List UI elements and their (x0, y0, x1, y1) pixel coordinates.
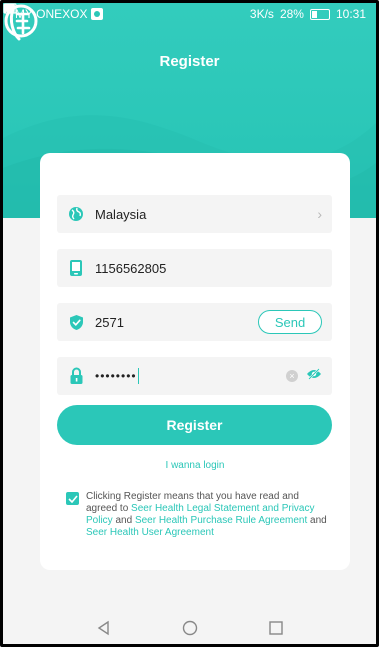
app-logo-icon (4, 4, 38, 41)
home-icon[interactable] (182, 620, 198, 636)
checkmark-icon (67, 494, 78, 503)
code-value: 2571 (95, 314, 124, 330)
verification-code-input[interactable]: 2571 Send (57, 303, 332, 341)
agreement-text: Clicking Register means that you have re… (86, 491, 331, 539)
phone-screen: MY ONEXOX 3K/s 28% 10:31 Register Malays… (0, 0, 379, 647)
country-selector[interactable]: Malaysia › (57, 195, 332, 233)
register-button[interactable]: Register (57, 405, 332, 445)
user-agreement-link[interactable]: Seer Health User Agreement (86, 527, 214, 538)
status-right: 3K/s 28% 10:31 (3, 3, 366, 21)
chevron-right-icon: › (317, 206, 322, 222)
country-value: Malaysia (95, 206, 147, 222)
send-code-button[interactable]: Send (258, 310, 322, 334)
text-cursor (137, 368, 139, 385)
agreement-and-2: and (310, 515, 327, 526)
phone-value: 1156562805 (95, 260, 167, 276)
phone-icon (67, 259, 85, 277)
battery-percent: 28% (279, 7, 304, 21)
agreement-and-1: and (115, 515, 133, 526)
register-card: Malaysia › 1156562805 2571 Send ••••••••… (40, 153, 350, 570)
android-nav-bar (3, 611, 376, 644)
phone-input[interactable]: 1156562805 (57, 249, 332, 287)
agreement-row: Clicking Register means that you have re… (66, 491, 331, 539)
lock-icon (67, 367, 85, 385)
password-mask: •••••••• (95, 368, 137, 383)
status-bar: MY ONEXOX 3K/s 28% 10:31 (3, 3, 376, 25)
purchase-rule-link[interactable]: Seer Health Purchase Rule Agreement (135, 515, 307, 526)
shield-icon (67, 313, 85, 331)
password-actions: × (286, 367, 322, 385)
clear-icon[interactable]: × (286, 370, 298, 382)
notification-icon (91, 8, 104, 20)
login-link[interactable]: I wanna login (40, 460, 350, 471)
recents-icon[interactable] (268, 620, 284, 636)
network-speed: 3K/s (249, 7, 274, 21)
clock: 10:31 (335, 7, 366, 21)
page-title: Register (159, 53, 220, 70)
password-input[interactable]: •••••••• × (57, 357, 332, 395)
password-value: •••••••• (95, 368, 139, 385)
eye-slash-icon[interactable] (306, 367, 322, 385)
agreement-checkbox[interactable] (66, 492, 79, 505)
globe-icon (67, 205, 85, 223)
back-icon[interactable] (96, 620, 112, 636)
battery-icon (309, 8, 330, 20)
